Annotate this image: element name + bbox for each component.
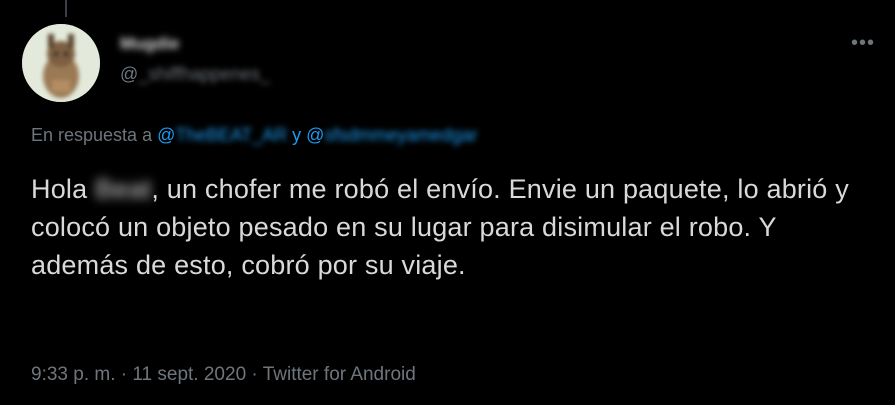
tweet-text: Hola Beat, un chofer me robó el envío. E… xyxy=(31,170,876,284)
tweet-greeting: Hola xyxy=(31,174,88,204)
more-options-icon[interactable]: ••• xyxy=(848,31,878,55)
tweet-body: , un chofer me robó el envío. Envie un p… xyxy=(31,174,849,280)
meta-separator: · xyxy=(120,364,128,385)
tweet-date[interactable]: 11 sept. 2020 xyxy=(132,364,246,385)
thread-line xyxy=(65,0,67,17)
meta-separator: · xyxy=(251,364,258,385)
reply-joiner: y xyxy=(292,125,302,145)
avatar[interactable] xyxy=(22,24,100,102)
reply-context: En respuesta a @TheBEAT_AR y @sfsdmmeyam… xyxy=(31,125,477,146)
tweet-time[interactable]: 9:33 p. m. xyxy=(31,364,116,385)
mention-handle: TheBEAT_AR xyxy=(175,125,288,145)
mention-handle: sfsdmmeyamedgar xyxy=(324,125,478,145)
tweet-source[interactable]: Twitter for Android xyxy=(263,364,416,385)
author-handle[interactable]: @_shiffhappenes_ xyxy=(120,64,270,85)
reply-mention-1[interactable]: @TheBEAT_AR xyxy=(157,125,287,145)
mention-at: @ xyxy=(306,125,325,145)
reply-mention-2[interactable]: @sfsdmmeyamedgar xyxy=(306,125,477,145)
handle-at: @ xyxy=(120,64,139,84)
mention-at: @ xyxy=(157,125,176,145)
avatar-image xyxy=(22,24,100,102)
tweet-metadata: 9:33 p. m. · 11 sept. 2020 · Twitter for… xyxy=(31,364,416,386)
author-display-name[interactable]: Mugdie xyxy=(120,34,180,54)
redacted-name: Beat xyxy=(95,174,152,204)
reply-label: En respuesta a xyxy=(31,125,153,145)
handle-text: _shiffhappenes_ xyxy=(138,64,271,84)
